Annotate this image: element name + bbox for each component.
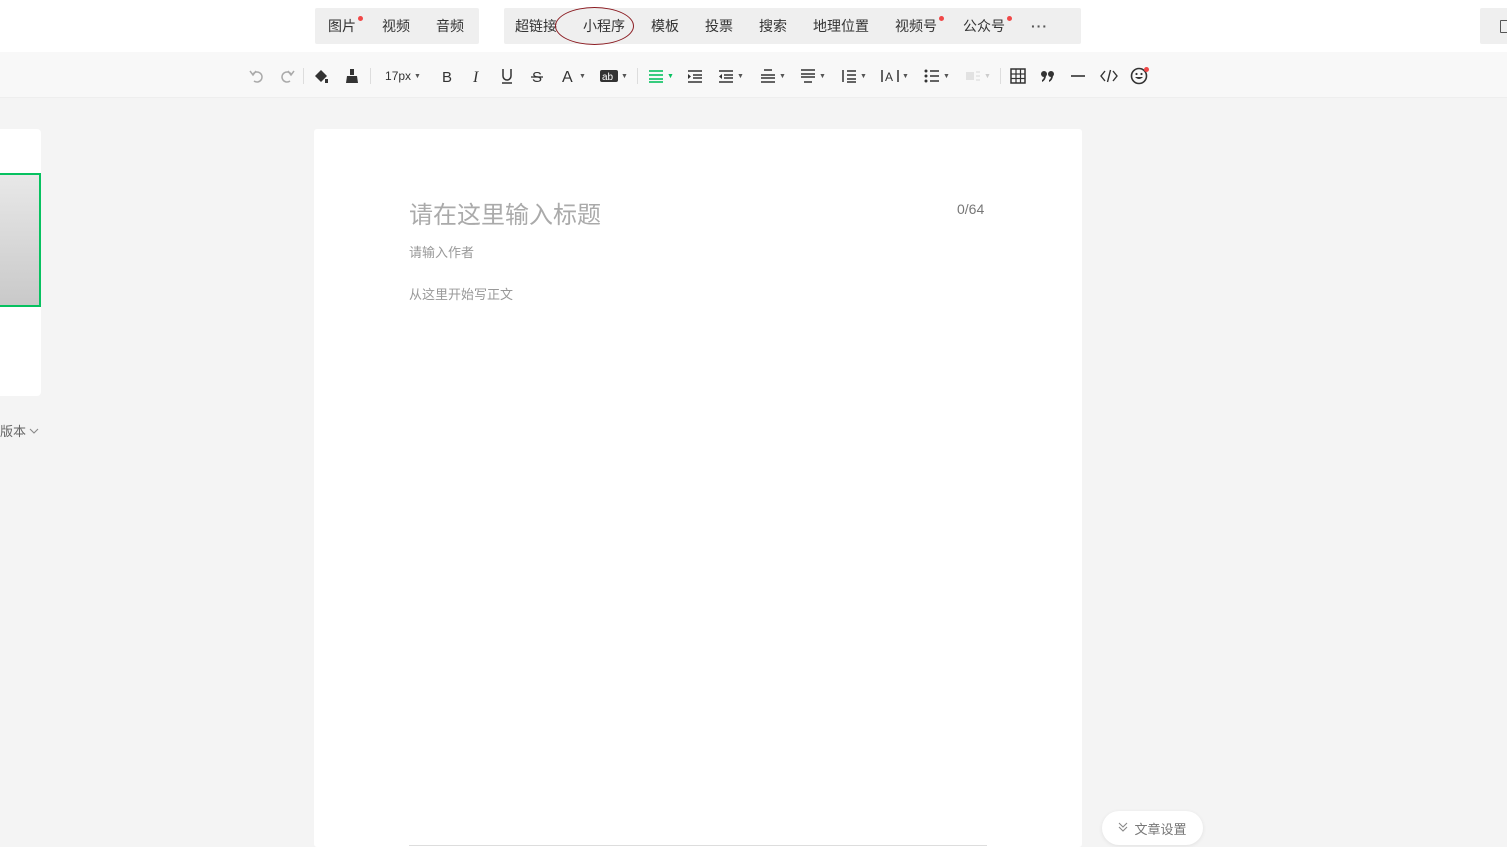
body-editor[interactable]: 从这里开始写正文 (409, 284, 513, 303)
insert-image-button[interactable]: 图片 (315, 8, 369, 44)
svg-text:B: B (442, 69, 452, 84)
quote-icon[interactable] (1039, 67, 1057, 85)
undo-icon[interactable] (248, 67, 266, 85)
caret-down-icon: ▼ (414, 72, 421, 80)
insert-bar: 图片 视频 音频 超链接 小程序 模板 投票 搜索 地理位置 视频号 公众号 ·… (0, 0, 1507, 52)
format-toolbar: 17px ▼ B I S A ▼ ab ▼ ▼ ▼ ▼ ▼ ▼ A ▼ ▼ ▼ (0, 52, 1507, 98)
caret-down-icon: ▼ (621, 72, 628, 80)
divider-icon[interactable] (1069, 67, 1087, 85)
background-color-icon[interactable]: ab ▼ (598, 67, 630, 85)
format-painter-icon[interactable] (312, 67, 330, 85)
author-input[interactable]: 请输入作者 (409, 242, 474, 261)
insert-template-button[interactable]: 模板 (638, 8, 692, 44)
caret-down-icon: ▼ (579, 72, 586, 80)
outdent-icon[interactable]: ▼ (716, 67, 746, 85)
toolbar-divider (637, 68, 638, 84)
strikethrough-icon[interactable]: S (528, 67, 546, 85)
redo-icon[interactable] (278, 67, 296, 85)
article-settings-button[interactable]: 文章设置 (1102, 811, 1203, 845)
insert-audio-button[interactable]: 音频 (423, 8, 477, 44)
media-insert-group: 图片 视频 音频 (315, 8, 479, 44)
more-icon[interactable]: ··· (1018, 8, 1061, 44)
code-icon[interactable] (1099, 67, 1119, 85)
caret-down-icon: ▼ (819, 72, 826, 80)
align-icon[interactable]: ▼ (646, 67, 676, 85)
spacing-bottom-icon[interactable]: ▼ (798, 67, 828, 85)
chevron-down-icon (29, 422, 39, 437)
insert-vote-button[interactable]: 投票 (692, 8, 746, 44)
indent-icon[interactable] (686, 67, 704, 85)
insert-channels-button[interactable]: 视频号 (882, 8, 950, 44)
underline-icon[interactable] (498, 67, 516, 85)
insert-video-button[interactable]: 视频 (369, 8, 423, 44)
caret-down-icon: ▼ (860, 72, 867, 80)
insert-miniprogram-button[interactable]: 小程序 (555, 7, 638, 45)
insert-hyperlink-button[interactable]: 超链接 (504, 8, 570, 44)
line-height-icon[interactable]: ▼ (839, 67, 869, 85)
insert-location-button[interactable]: 地理位置 (800, 8, 882, 44)
caret-down-icon: ▼ (667, 72, 674, 80)
table-icon[interactable] (1009, 67, 1027, 85)
emoji-icon[interactable] (1129, 67, 1151, 85)
svg-text:A: A (562, 69, 573, 84)
editor-canvas: 请在这里输入标题 0/64 请输入作者 从这里开始写正文 (314, 129, 1082, 847)
insert-official-account-button[interactable]: 公众号 (950, 8, 1018, 44)
list-icon[interactable]: ▼ (922, 67, 952, 85)
new-indicator-dot (358, 16, 363, 21)
caret-down-icon: ▼ (943, 72, 950, 80)
new-indicator-dot (1007, 16, 1012, 21)
caret-down-icon: ▼ (779, 72, 786, 80)
editor-divider (409, 845, 987, 846)
version-selector[interactable]: 版本 (0, 421, 39, 440)
italic-icon[interactable]: I (468, 67, 486, 85)
spacing-top-icon[interactable]: ▼ (758, 67, 788, 85)
insert-search-button[interactable]: 搜索 (746, 8, 800, 44)
toolbar-divider (370, 68, 371, 84)
svg-text:A: A (885, 70, 893, 83)
caret-down-icon: ▼ (984, 72, 991, 80)
title-input[interactable]: 请在这里输入标题 (409, 195, 601, 230)
new-indicator-dot (939, 16, 944, 21)
cover-thumbnail[interactable] (0, 173, 41, 307)
font-size-value: 17px (385, 69, 412, 83)
toolbar-divider (303, 68, 304, 84)
svg-text:I: I (472, 69, 479, 84)
svg-text:ab: ab (602, 72, 614, 83)
font-color-icon[interactable]: A ▼ (558, 67, 588, 85)
double-chevron-down-icon (1118, 822, 1128, 835)
version-label: 版本 (0, 424, 27, 439)
side-panel-toggle-button[interactable] (1480, 8, 1507, 44)
bold-icon[interactable]: B (438, 67, 456, 85)
title-char-count: 0/64 (957, 201, 985, 217)
caret-down-icon: ▼ (737, 72, 744, 80)
font-size-select[interactable]: 17px ▼ (380, 67, 426, 85)
letter-spacing-icon[interactable]: A ▼ (880, 67, 910, 85)
article-settings-label: 文章设置 (1134, 821, 1187, 837)
document-icon (1500, 20, 1507, 33)
caret-down-icon: ▼ (902, 72, 909, 80)
toolbar-divider (1000, 68, 1001, 84)
clear-format-icon[interactable] (343, 67, 361, 85)
image-layout-icon: ▼ (963, 67, 993, 85)
tools-insert-group: 超链接 小程序 模板 投票 搜索 地理位置 视频号 公众号 ··· (504, 7, 1081, 45)
